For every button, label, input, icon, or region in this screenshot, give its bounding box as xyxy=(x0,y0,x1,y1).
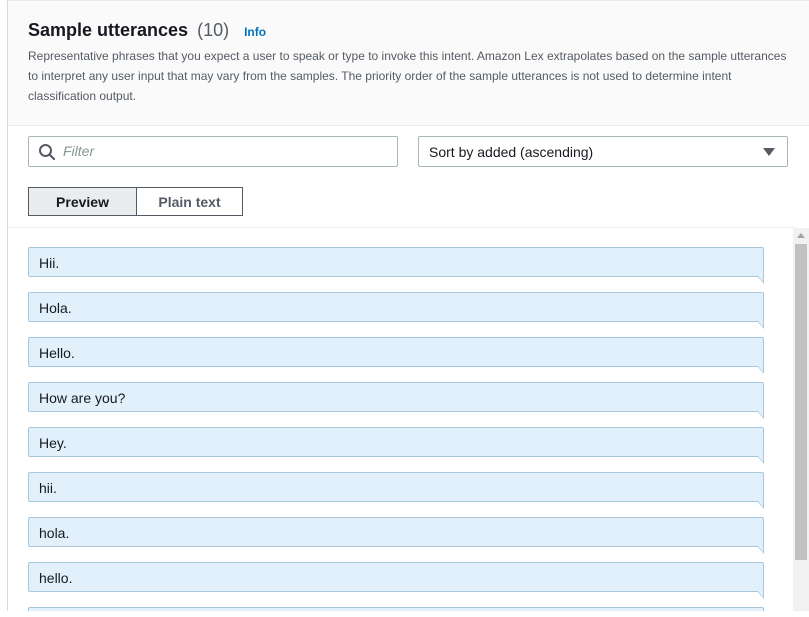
utterance-item[interactable]: hola. xyxy=(28,517,764,554)
utterance-item[interactable]: Hola. xyxy=(28,292,764,329)
section-description: Representative phrases that you expect a… xyxy=(28,49,787,103)
utterance-text: How are you? xyxy=(39,390,126,406)
caret-down-icon xyxy=(763,148,775,156)
scrollbar[interactable] xyxy=(793,228,809,611)
utterance-item[interactable]: Hey. xyxy=(28,427,764,464)
sample-utterances-panel: Sample utterances (10) Info Representati… xyxy=(7,0,809,611)
sort-select[interactable]: Sort by added (ascending) xyxy=(418,136,788,167)
section-title: Sample utterances xyxy=(28,20,189,40)
preview-button[interactable]: Preview xyxy=(28,187,137,216)
info-link[interactable]: Info xyxy=(244,25,266,39)
utterance-text: Hey. xyxy=(39,435,67,451)
filter-input[interactable] xyxy=(63,141,383,161)
utterance-text: hello. xyxy=(39,570,73,586)
search-icon xyxy=(39,144,56,161)
utterance-item[interactable]: hii. xyxy=(28,472,764,509)
sort-selected-value: Sort by added (ascending) xyxy=(429,144,594,160)
scroll-thumb[interactable] xyxy=(795,244,807,560)
utterance-text: Hola. xyxy=(39,300,72,316)
view-toggle: Preview Plain text xyxy=(28,187,243,216)
title-row: Sample utterances (10) Info xyxy=(28,20,266,41)
utterance-text: hii. xyxy=(39,480,57,496)
utterance-text: Hello. xyxy=(39,345,75,361)
utterance-item-partial[interactable] xyxy=(28,607,764,611)
utterance-item[interactable]: Hello. xyxy=(28,337,764,374)
utterance-item[interactable]: Hii. xyxy=(28,247,764,284)
utterance-list: Hii. Hola. Hello. How are you? Hey. hii.… xyxy=(8,227,794,611)
scroll-up-arrow-icon[interactable] xyxy=(797,233,805,238)
utterance-item[interactable]: hello. xyxy=(28,562,764,599)
utterance-item[interactable]: How are you? xyxy=(28,382,764,419)
plain-text-button[interactable]: Plain text xyxy=(137,187,243,216)
utterance-text: Hii. xyxy=(39,255,60,271)
filter-field[interactable] xyxy=(28,136,398,167)
utterance-text: hola. xyxy=(39,525,70,541)
utterance-count: (10) xyxy=(197,20,230,40)
panel-header: Sample utterances (10) Info Representati… xyxy=(8,1,809,126)
